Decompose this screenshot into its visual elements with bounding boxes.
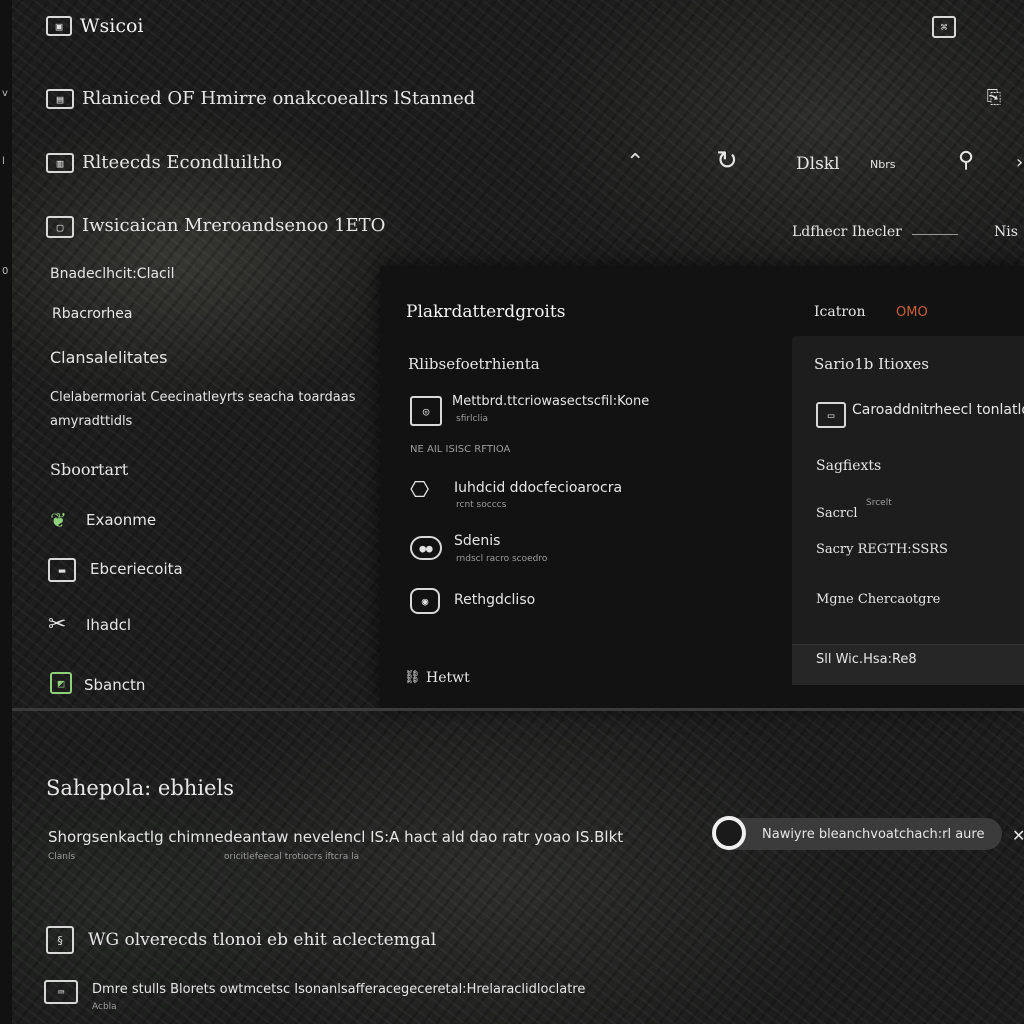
subpanel-row[interactable]: Sacry REGTH:SSRS (816, 542, 948, 557)
subpanel-row[interactable]: Mgne Chercaotgre (816, 592, 940, 607)
refresh-icon[interactable]: ↻ (716, 146, 738, 176)
sidebar-item-label[interactable]: Exaonme (86, 511, 156, 529)
list-item-meta: sfirlclia (456, 414, 489, 424)
divider (912, 234, 958, 235)
window-left-edge: v l 0 (0, 0, 12, 1024)
arrow-up-icon[interactable]: ⌃ (626, 150, 644, 175)
setting-row-title[interactable]: Dmre stulls Blorets owtmcetsc Isonanlsaf… (92, 982, 585, 997)
archive-icon: ▬ (48, 558, 76, 582)
app-title: Wsicoi (80, 15, 144, 37)
filter-label[interactable]: Ldfhecr Ihecler (792, 224, 902, 240)
subpanel-row[interactable]: Sacrcl (816, 506, 858, 521)
sidebar-heading: Bnadeclhcit:Clacil (50, 266, 175, 282)
subpanel-footer-label[interactable]: Sll Wic.Hsa:Re8 (816, 652, 917, 667)
keyboard-icon: ⌨ (44, 980, 78, 1004)
speaker-icon: ◉ (410, 588, 440, 614)
subpanel-row[interactable]: Sagfiexts (816, 458, 881, 474)
list-item-title[interactable]: Iuhdcid ddocfecioarocra (454, 480, 622, 496)
section-divider (12, 708, 1024, 711)
document-icon: ▤ (46, 89, 74, 109)
chevron-right-icon[interactable]: › (1016, 152, 1023, 173)
edge-mark: v (2, 88, 8, 99)
setting-row-meta: Acbla (92, 1002, 117, 1012)
list-item-row: NE AIL ISISC RFTIOA (410, 444, 511, 455)
section-description: Shorgsenkactlg chimnedeantaw nevelencl I… (48, 828, 624, 846)
search-icon[interactable]: ⚲ (958, 148, 974, 173)
leaf-icon: ❦ (50, 508, 67, 532)
close-icon[interactable]: ✕ (1012, 826, 1024, 845)
subpanel-feature[interactable]: Caroaddnitrheecl tonlatlo (852, 402, 1024, 418)
list-item-meta: rcnt socccs (456, 500, 507, 510)
panel-footer-link[interactable]: Hetwt (426, 670, 470, 686)
toolbar-label[interactable]: Dlskl (796, 154, 840, 174)
setting-toggle-label[interactable]: Nawiyre bleanchvoatchach:rl aure (762, 827, 984, 842)
header-row-title[interactable]: Rlteecds Econdluiltho (82, 152, 282, 173)
media-icon: ◎ (410, 396, 442, 426)
sidebar-item-label[interactable]: Ebceriecoita (90, 560, 183, 578)
toggle-icon: ●● (410, 536, 442, 560)
edge-mark: l (2, 156, 5, 167)
panel-top-label[interactable]: Icatron (814, 304, 865, 320)
notes-icon[interactable]: ⎘ (980, 86, 1008, 108)
sidebar-description: amyradttidls (50, 414, 133, 429)
panel-subtitle: Rlibsefoetrhienta (408, 355, 540, 373)
sidebar-heading: Rbacrorhea (52, 306, 133, 322)
tool-icon: ✂ (48, 612, 67, 637)
status-badge: OMO (896, 305, 928, 320)
setting-toggle-knob[interactable] (712, 816, 746, 850)
list-item-title[interactable]: Rethgdcliso (454, 592, 535, 608)
image-icon: ◩ (50, 672, 72, 694)
section-description-meta: Clanls (48, 852, 76, 862)
sidebar-section-title: Sboortart (50, 460, 129, 479)
list-item-meta: rndscl racro scoedro (456, 554, 548, 564)
window-icon: ▭ (816, 402, 846, 428)
sidebar-heading: Clansalelitates (50, 348, 168, 367)
panel-title: Plakrdatterdgroits (406, 302, 566, 322)
subpanel-title: Sario1b Itioxes (814, 355, 929, 373)
link-icon[interactable]: ⛓ (404, 670, 421, 685)
list-item-title[interactable]: Mettbrd.ttcriowasectscfil:Kone (452, 394, 649, 409)
toolbar-label-small[interactable]: Nbrs (870, 158, 895, 171)
sidebar-item-label[interactable]: Sbanctn (84, 676, 145, 694)
setting-row-title[interactable]: WG olverecds tlonoi eb ehit aclectemgal (88, 930, 436, 950)
settings-icon: § (46, 926, 74, 954)
header-row-title[interactable]: Iwsicaican Mreroandsenoo 1ETO (82, 215, 385, 236)
edge-mark: 0 (2, 266, 9, 277)
camera-icon: ⎔ (410, 478, 430, 503)
filter-label-tail[interactable]: Nis (994, 224, 1018, 240)
sidebar-description: Clelabermoriat Ceecinatleyrts seacha toa… (50, 390, 356, 405)
header-row-title[interactable]: Rlaniced OF Hmirre onakcoeallrs lStanned (82, 88, 475, 109)
list-item-title[interactable]: Sdenis (454, 533, 500, 549)
calendar-icon: ▢ (46, 216, 74, 238)
app-logo-icon: ▣ (46, 16, 72, 36)
subpanel-row-note: Srcelt (866, 498, 892, 508)
sidebar-item-label[interactable]: Ihadcl (86, 616, 131, 634)
section-heading: Sahepola: ebhiels (46, 776, 234, 800)
folder-icon: ▥ (46, 153, 74, 173)
profile-icon[interactable]: ⌘ (932, 16, 956, 38)
section-description-meta: oricitlefeecal trotiocrs iftcra la (224, 852, 360, 862)
